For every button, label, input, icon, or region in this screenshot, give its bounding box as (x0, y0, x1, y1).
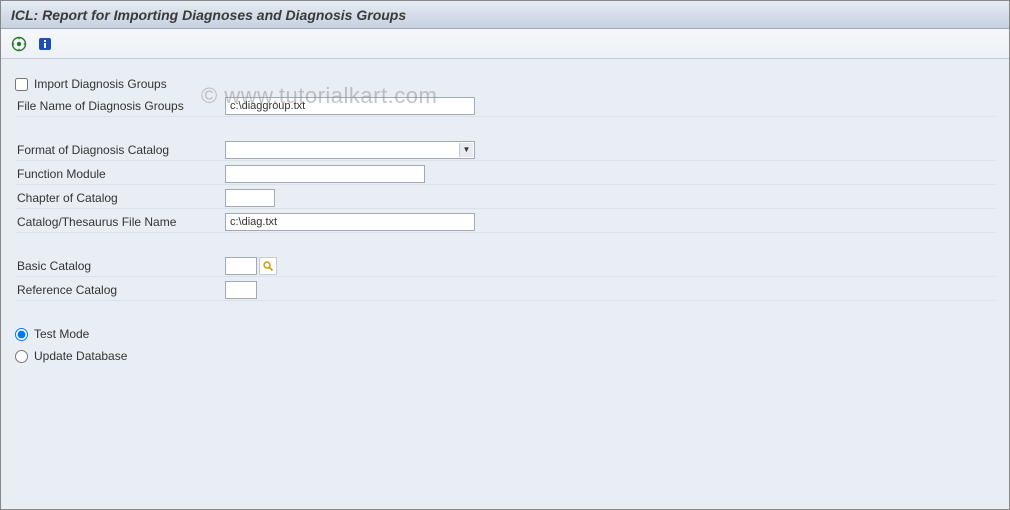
import-groups-label: Import Diagnosis Groups (34, 77, 167, 91)
basic-catalog-input[interactable] (225, 257, 257, 275)
catalog-file-name-row: Catalog/Thesaurus File Name (15, 211, 995, 233)
update-db-row: Update Database (15, 345, 995, 367)
titlebar: ICL: Report for Importing Diagnoses and … (1, 1, 1009, 29)
function-module-input (225, 165, 425, 183)
format-catalog-dropdown[interactable]: ▼ (225, 141, 475, 159)
import-groups-checkbox[interactable] (15, 78, 28, 91)
file-name-groups-input[interactable] (225, 97, 475, 115)
basic-catalog-row: Basic Catalog (15, 255, 995, 277)
catalog-file-name-label: Catalog/Thesaurus File Name (15, 215, 225, 229)
function-module-row: Function Module (15, 163, 995, 185)
chapter-catalog-input[interactable] (225, 189, 275, 207)
search-help-icon[interactable] (259, 257, 277, 275)
update-db-radio[interactable] (15, 350, 28, 363)
catalog-file-name-input[interactable] (225, 213, 475, 231)
update-db-label: Update Database (34, 349, 127, 363)
basic-catalog-label: Basic Catalog (15, 259, 225, 273)
format-catalog-row: Format of Diagnosis Catalog ▼ (15, 139, 995, 161)
function-module-label: Function Module (15, 167, 225, 181)
toolbar (1, 29, 1009, 59)
format-catalog-label: Format of Diagnosis Catalog (15, 143, 225, 157)
test-mode-label: Test Mode (34, 327, 89, 341)
chevron-down-icon[interactable]: ▼ (459, 143, 473, 157)
content-area: © www.tutorialkart.com Import Diagnosis … (1, 59, 1009, 509)
file-name-groups-label: File Name of Diagnosis Groups (15, 99, 225, 113)
reference-catalog-input[interactable] (225, 281, 257, 299)
test-mode-row: Test Mode (15, 323, 995, 345)
chapter-catalog-row: Chapter of Catalog (15, 187, 995, 209)
page-title: ICL: Report for Importing Diagnoses and … (11, 7, 406, 23)
info-icon[interactable] (35, 34, 55, 54)
format-catalog-input[interactable] (225, 141, 475, 159)
import-groups-row: Import Diagnosis Groups (15, 73, 995, 95)
chapter-catalog-label: Chapter of Catalog (15, 191, 225, 205)
reference-catalog-label: Reference Catalog (15, 283, 225, 297)
test-mode-radio[interactable] (15, 328, 28, 341)
reference-catalog-row: Reference Catalog (15, 279, 995, 301)
execute-icon[interactable] (9, 34, 29, 54)
file-name-groups-row: File Name of Diagnosis Groups (15, 95, 995, 117)
